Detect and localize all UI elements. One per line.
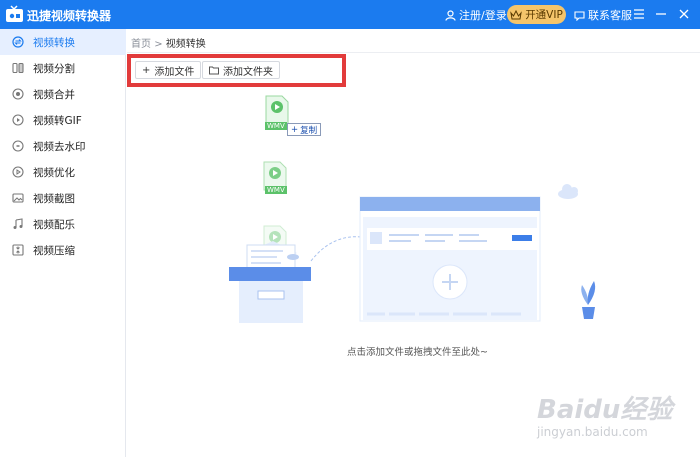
merge-icon — [12, 88, 24, 100]
sidebar-item-label: 视频去水印 — [33, 140, 86, 153]
sidebar-item-video-convert[interactable]: 视频转换 — [0, 29, 126, 55]
split-icon — [12, 62, 24, 74]
watermark-icon — [12, 140, 24, 152]
login-label: 注册/登录 — [459, 9, 507, 22]
sidebar-item-video-merge[interactable]: 视频合并 — [0, 81, 126, 107]
baidu-jingyan-watermark: Baidu经验 jingyan.baidu.com — [537, 389, 672, 444]
title-bar: 迅捷视频转换器 注册/登录 开通VIP 联系客服 — [0, 0, 700, 29]
chat-icon — [574, 10, 585, 21]
empty-state-hint: 点击添加文件或拖拽文件至此处~ — [347, 347, 488, 358]
sidebar-item-video-split[interactable]: 视频分割 — [0, 55, 126, 81]
sidebar-item-video-remove-watermark[interactable]: 视频去水印 — [0, 133, 126, 159]
login-link[interactable]: 注册/登录 — [445, 7, 507, 23]
dashed-connector — [310, 236, 363, 262]
service-label: 联系客服 — [588, 9, 632, 22]
sidebar-item-label: 视频截图 — [33, 192, 75, 205]
vip-label: 开通VIP — [525, 9, 563, 21]
watermark-logo: Baidu经验 — [537, 395, 673, 425]
music-icon — [12, 218, 24, 230]
sidebar-item-video-to-gif[interactable]: 视频转GIF — [0, 107, 126, 133]
user-icon — [445, 9, 456, 21]
sidebar-item-video-compress[interactable]: 视频压缩 — [0, 237, 126, 263]
crown-icon — [510, 9, 522, 19]
sidebar-item-video-music[interactable]: 视频配乐 — [0, 211, 126, 237]
close-icon — [679, 9, 689, 19]
plant-illustration — [581, 281, 596, 319]
sidebar-item-label: 视频合并 — [33, 88, 75, 101]
cloud-illustration — [558, 184, 578, 199]
sidebar-item-label: 视频优化 — [33, 166, 75, 179]
sidebar-item-label: 视频配乐 — [33, 218, 75, 231]
minimize-icon — [656, 13, 666, 15]
app-title: 迅捷视频转换器 — [27, 9, 112, 23]
app-logo-icon — [5, 5, 24, 24]
minimize-button[interactable] — [652, 5, 670, 23]
contact-service-link[interactable]: 联系客服 — [574, 7, 632, 23]
sidebar-item-label: 视频转换 — [33, 36, 75, 49]
menu-icon — [634, 9, 644, 19]
gif-icon — [12, 114, 24, 126]
menu-button[interactable] — [630, 5, 648, 23]
sidebar: 视频转换 视频分割 视频合并 视频转GIF 视频去水印 视频优化 视频截图 视频… — [0, 29, 126, 457]
main-content: 首页 > 视频转换 + 添加文件 添加文件夹 WMV + 复制 WMV 点击添加… — [127, 29, 700, 457]
sidebar-item-label: 视频分割 — [33, 62, 75, 75]
archive-box-illustration — [229, 241, 311, 323]
convert-icon — [12, 36, 24, 48]
optimize-icon — [12, 166, 24, 178]
close-button[interactable] — [675, 5, 693, 23]
sidebar-item-video-screenshot[interactable]: 视频截图 — [0, 185, 126, 211]
vip-button[interactable]: 开通VIP — [507, 5, 566, 24]
sidebar-item-label: 视频转GIF — [33, 114, 82, 127]
sidebar-item-video-optimize[interactable]: 视频优化 — [0, 159, 126, 185]
compress-icon — [12, 244, 24, 256]
screenshot-icon — [12, 192, 24, 204]
sidebar-item-label: 视频压缩 — [33, 244, 75, 257]
watermark-url: jingyan.baidu.com — [537, 425, 648, 439]
window-mockup-illustration — [359, 196, 541, 322]
